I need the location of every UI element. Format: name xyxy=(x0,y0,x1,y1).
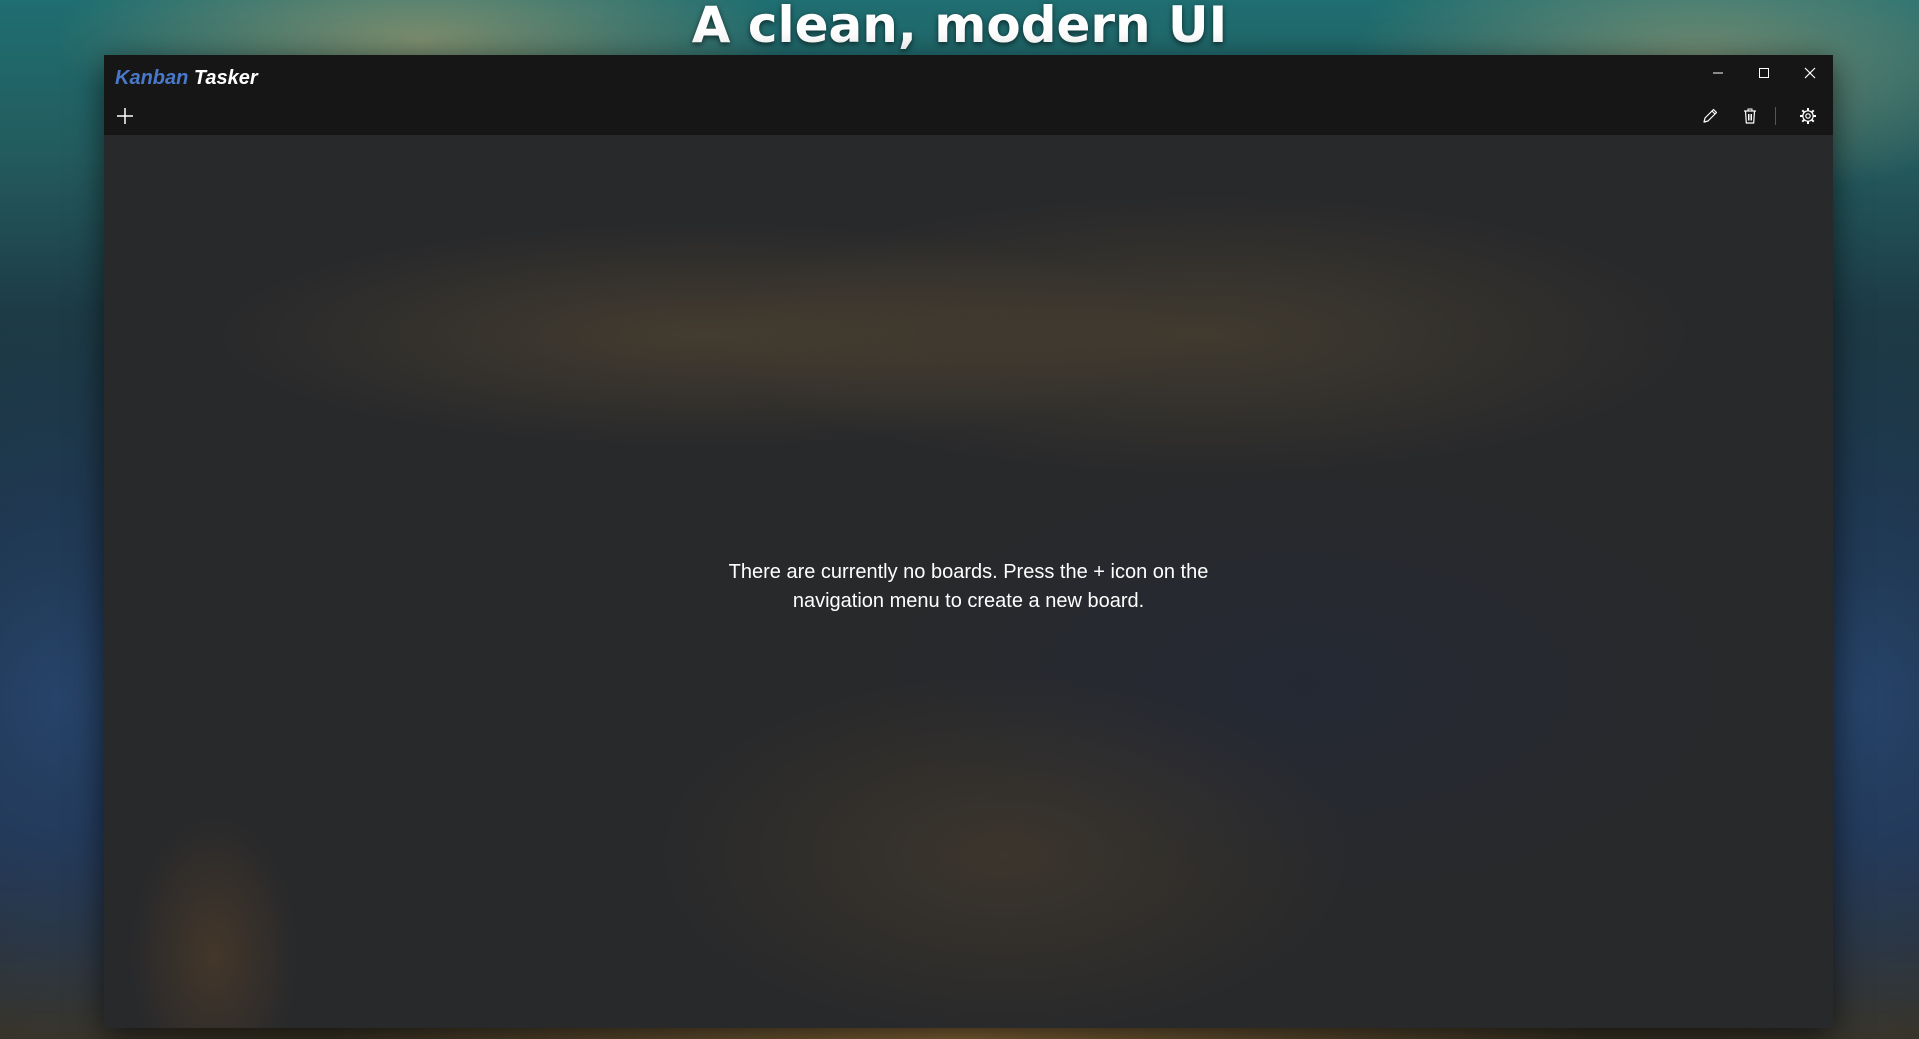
close-button[interactable] xyxy=(1787,55,1833,91)
close-icon xyxy=(1804,67,1816,79)
settings-button[interactable] xyxy=(1793,101,1823,131)
toolbar-divider xyxy=(1775,107,1776,125)
pencil-icon xyxy=(1703,108,1718,123)
minimize-button[interactable] xyxy=(1695,55,1741,91)
app-title-part2: Tasker xyxy=(193,67,258,89)
maximize-button[interactable] xyxy=(1741,55,1787,91)
maximize-icon xyxy=(1759,68,1769,78)
promo-caption: A clean, modern UI xyxy=(691,0,1228,54)
plus-icon xyxy=(117,108,133,124)
app-title-part1: Kanban xyxy=(115,67,189,89)
delete-board-button[interactable] xyxy=(1735,101,1765,131)
trash-icon xyxy=(1744,108,1756,124)
add-board-button[interactable] xyxy=(110,101,140,131)
desktop-wallpaper: A clean, modern UI Kanban Tasker There a… xyxy=(0,0,1919,1039)
app-window: Kanban Tasker There are currently no boa… xyxy=(104,55,1833,1028)
gear-icon xyxy=(1800,108,1816,124)
app-title: Kanban Tasker xyxy=(115,64,258,92)
title-bar: Kanban Tasker xyxy=(104,55,1833,135)
window-controls xyxy=(1695,55,1833,91)
minimize-icon xyxy=(1713,72,1723,74)
empty-boards-message: There are currently no boards. Press the… xyxy=(728,561,1209,612)
edit-board-button[interactable] xyxy=(1695,101,1725,131)
board-area: There are currently no boards. Press the… xyxy=(104,135,1833,1028)
